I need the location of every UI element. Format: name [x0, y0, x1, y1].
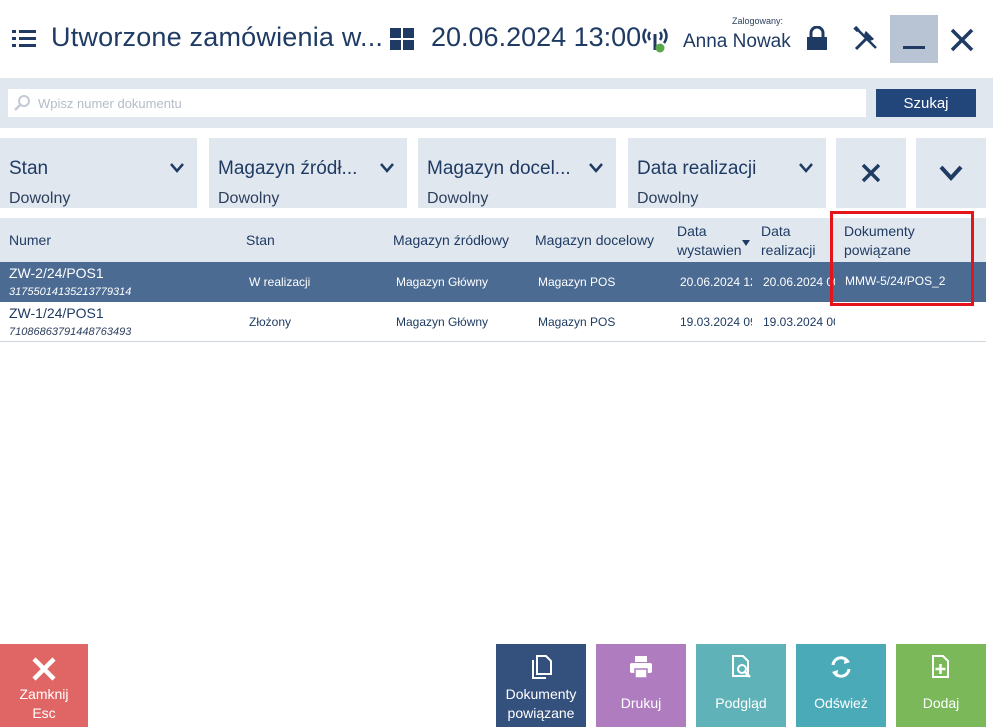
column-header-line: Data: [761, 223, 791, 239]
filter-value: Dowolny: [9, 190, 71, 207]
search-bar: Szukaj: [0, 78, 993, 128]
cell-data-realizacji: 20.06.2024 00: [763, 275, 835, 289]
current-datetime: 20.06.2024 13:00: [431, 22, 642, 52]
minimize-icon: [903, 46, 925, 49]
button-label: Dodaj: [922, 695, 960, 711]
minimize-button[interactable]: [890, 15, 938, 63]
filter-value: Dowolny: [637, 190, 699, 207]
chevron-down-icon: [170, 163, 184, 173]
column-header-line: Data: [677, 223, 707, 239]
cell-magazyn-docelowy: Magazyn POS: [538, 315, 616, 329]
chevron-down-icon: [939, 165, 963, 181]
cell-data-wystawienia: 19.03.2024 09: [680, 315, 752, 329]
app-header: Utworzone zamówienia w... 20.06.2024 13:…: [0, 0, 993, 78]
print-button[interactable]: Drukuj: [596, 644, 686, 727]
close-button[interactable]: Zamknij Esc: [0, 644, 88, 727]
user-name: Anna Nowak: [683, 31, 791, 52]
cell-kod: 31755014135213779314: [9, 286, 132, 298]
button-label: Podgląd: [715, 695, 767, 711]
page-title: Utworzone zamówienia w...: [51, 22, 384, 52]
button-label: Dokumenty powiązane: [496, 685, 586, 723]
cell-kod: 71086863791448763493: [9, 326, 132, 338]
filter-label: Magazyn docel...: [427, 158, 571, 179]
filter-label: Data realizacji: [637, 158, 757, 179]
table-empty-area: [0, 342, 986, 624]
filter-value: Dowolny: [218, 190, 280, 207]
column-header-dokumenty-powiazane[interactable]: Dokumenty powiązane: [844, 222, 964, 260]
cell-magazyn-docelowy: Magazyn POS: [538, 275, 616, 289]
filter-data-realizacji[interactable]: Data realizacji Dowolny: [628, 138, 826, 208]
cell-data-realizacji: 19.03.2024 00: [763, 315, 835, 329]
chevron-down-icon: [589, 163, 603, 173]
column-header-line: wystawien: [677, 242, 741, 258]
documents-icon: [532, 655, 552, 679]
button-label-line: powiązane: [507, 705, 575, 721]
printer-icon: [630, 656, 652, 679]
expand-filters-button[interactable]: [916, 138, 986, 208]
chevron-down-icon: [380, 163, 394, 173]
chevron-down-icon: [799, 163, 813, 173]
filters-bar: Stan Dowolny Magazyn źródł... Dowolny Ma…: [0, 128, 993, 218]
close-window-icon[interactable]: [948, 26, 976, 54]
preview-button[interactable]: Podgląd: [696, 644, 786, 727]
bottom-action-bar: Zamknij Esc Dokumenty powiązane Drukuj P…: [0, 624, 993, 727]
related-documents-button[interactable]: Dokumenty powiązane: [496, 644, 586, 727]
connection-signal-icon[interactable]: [641, 25, 669, 55]
table-header: Numer Stan Magazyn źródłowy Magazyn doce…: [0, 218, 986, 262]
search-input[interactable]: [8, 89, 866, 117]
button-label-line: Zamknij: [19, 686, 69, 702]
clear-filters-button[interactable]: [836, 138, 906, 208]
clear-icon: [861, 163, 881, 183]
button-label: Zamknij Esc: [0, 685, 88, 723]
column-header-stan[interactable]: Stan: [246, 232, 275, 248]
filter-label: Magazyn źródł...: [218, 158, 358, 179]
filter-magazyn-docelowy[interactable]: Magazyn docel... Dowolny: [418, 138, 616, 208]
table-row[interactable]: ZW-1/24/POS1 71086863791448763493 Złożon…: [0, 302, 986, 342]
button-label-line: Dokumenty: [505, 686, 577, 702]
cell-data-wystawienia: 20.06.2024 12: [680, 275, 752, 289]
search-icon: [14, 95, 30, 111]
cell-stan: Złożony: [249, 315, 292, 329]
table-edge: [986, 218, 993, 624]
cell-numer: ZW-1/24/POS1: [9, 305, 104, 321]
preview-icon: [732, 655, 751, 678]
refresh-button[interactable]: Odśwież: [796, 644, 886, 727]
filter-label: Stan: [9, 158, 49, 179]
add-button[interactable]: Dodaj: [896, 644, 986, 727]
button-label: Drukuj: [620, 695, 662, 711]
tools-icon[interactable]: [853, 26, 879, 52]
logged-in-label: Zalogowany:: [732, 16, 784, 26]
cell-stan: W realizacji: [249, 275, 311, 289]
add-document-icon: [932, 655, 949, 678]
cell-magazyn-zrodlowy: Magazyn Główny: [396, 275, 489, 289]
column-header-numer[interactable]: Numer: [9, 232, 51, 248]
column-header-line: powiązane: [844, 242, 911, 258]
menu-icon[interactable]: [12, 29, 36, 49]
cell-magazyn-zrodlowy: Magazyn Główny: [396, 315, 489, 329]
cell-dokumenty-powiazane: MMW-5/24/POS_2: [845, 274, 946, 288]
grid-view-icon[interactable]: [390, 28, 414, 50]
lock-icon[interactable]: [806, 26, 828, 52]
column-header-line: realizacji: [761, 242, 816, 258]
column-header-line: Dokumenty: [844, 223, 915, 239]
close-icon: [32, 657, 56, 681]
column-header-magazyn-zrodlowy[interactable]: Magazyn źródłowy: [393, 232, 509, 248]
filter-value: Dowolny: [427, 190, 489, 207]
refresh-icon: [831, 656, 851, 678]
filter-stan[interactable]: Stan Dowolny: [0, 138, 197, 208]
button-label: Odśwież: [814, 695, 868, 711]
cell-numer: ZW-2/24/POS1: [9, 265, 104, 281]
button-label-line: Esc: [32, 705, 56, 721]
column-header-data-wystawienia[interactable]: Data wystawien: [677, 222, 741, 260]
column-header-data-realizacji[interactable]: Data realizacji: [761, 222, 825, 260]
sort-desc-icon: [742, 240, 750, 246]
filter-magazyn-zrodlowy[interactable]: Magazyn źródł... Dowolny: [209, 138, 407, 208]
column-header-magazyn-docelowy[interactable]: Magazyn docelowy: [535, 232, 654, 248]
table-row[interactable]: ZW-2/24/POS1 31755014135213779314 W real…: [0, 262, 986, 302]
search-button[interactable]: Szukaj: [876, 89, 976, 117]
